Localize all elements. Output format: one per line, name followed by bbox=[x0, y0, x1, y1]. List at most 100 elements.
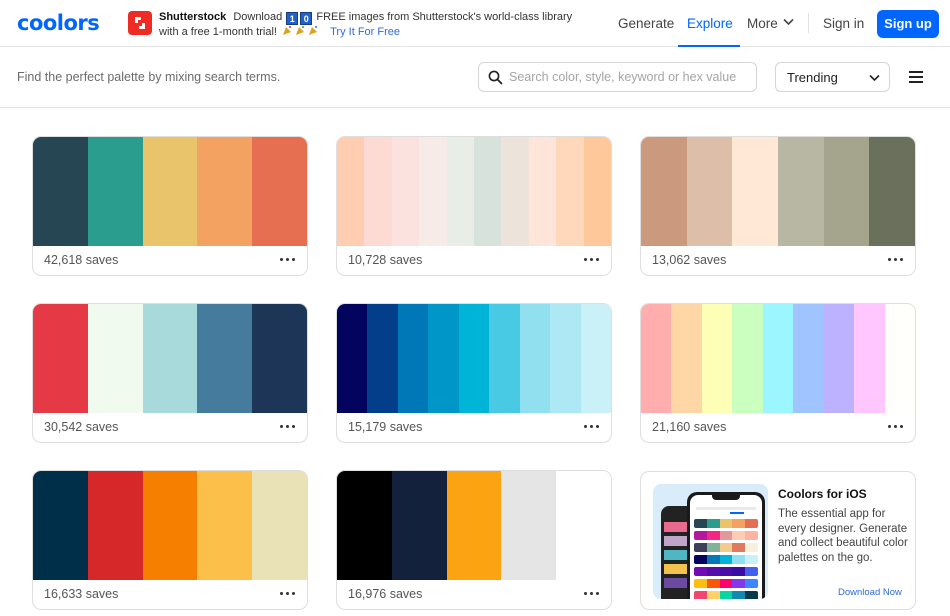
color-swatch[interactable] bbox=[197, 137, 253, 246]
color-swatch[interactable] bbox=[686, 137, 733, 246]
saves-count: 15,179 saves bbox=[348, 420, 423, 434]
color-swatch[interactable] bbox=[364, 137, 392, 246]
color-swatch[interactable] bbox=[550, 304, 581, 413]
palette-card[interactable]: 16,976 saves bbox=[336, 470, 612, 610]
palette-card[interactable]: 13,062 saves bbox=[640, 136, 916, 276]
more-options-icon[interactable] bbox=[279, 588, 295, 598]
more-options-icon[interactable] bbox=[887, 421, 903, 431]
color-swatch[interactable] bbox=[252, 471, 307, 580]
color-swatch[interactable] bbox=[446, 471, 502, 580]
search-tagline: Find the perfect palette by mixing searc… bbox=[17, 70, 281, 84]
palette-card[interactable]: 42,618 saves bbox=[32, 136, 308, 276]
palette-card[interactable]: 30,542 saves bbox=[32, 303, 308, 443]
download-now-link[interactable]: Download Now bbox=[838, 587, 902, 598]
color-swatch[interactable] bbox=[391, 137, 420, 246]
palette-card[interactable]: 15,179 saves bbox=[336, 303, 612, 443]
color-swatch[interactable] bbox=[778, 137, 824, 246]
more-options-icon[interactable] bbox=[279, 254, 295, 264]
color-swatch[interactable] bbox=[33, 137, 88, 246]
color-swatch[interactable] bbox=[501, 137, 529, 246]
more-options-icon[interactable] bbox=[583, 588, 599, 598]
party-popper-icon bbox=[296, 26, 305, 35]
color-swatch[interactable] bbox=[854, 304, 885, 413]
nav-explore[interactable]: Explore bbox=[687, 16, 733, 31]
color-swatch[interactable] bbox=[556, 137, 584, 246]
color-swatch[interactable] bbox=[33, 304, 88, 413]
color-swatch[interactable] bbox=[197, 304, 253, 413]
color-swatch[interactable] bbox=[142, 304, 198, 413]
more-options-icon[interactable] bbox=[279, 421, 295, 431]
palette-swatches[interactable] bbox=[337, 137, 611, 246]
color-swatch[interactable] bbox=[701, 304, 733, 413]
color-swatch[interactable] bbox=[580, 304, 611, 413]
palette-swatches[interactable] bbox=[33, 137, 307, 246]
color-swatch[interactable] bbox=[419, 137, 447, 246]
color-swatch[interactable] bbox=[33, 471, 88, 580]
search-icon bbox=[488, 70, 503, 85]
palette-card[interactable]: 10,728 saves bbox=[336, 136, 612, 276]
color-swatch[interactable] bbox=[87, 471, 143, 580]
palette-swatches[interactable] bbox=[337, 471, 611, 580]
palette-card[interactable]: 16,633 saves bbox=[32, 470, 308, 610]
chevron-down-icon[interactable] bbox=[783, 18, 794, 26]
sort-dropdown[interactable]: Trending bbox=[775, 62, 890, 92]
nav-more[interactable]: More bbox=[747, 16, 778, 31]
palette-swatches[interactable] bbox=[641, 137, 915, 246]
color-swatch[interactable] bbox=[252, 137, 307, 246]
color-swatch[interactable] bbox=[337, 304, 368, 413]
more-options-icon[interactable] bbox=[887, 254, 903, 264]
color-swatch[interactable] bbox=[397, 304, 429, 413]
color-swatch[interactable] bbox=[869, 137, 915, 246]
nav-generate[interactable]: Generate bbox=[618, 16, 674, 31]
color-swatch[interactable] bbox=[446, 137, 475, 246]
promo-digit-2: 0 bbox=[300, 12, 313, 25]
try-it-free-link[interactable]: Try It For Free bbox=[330, 26, 400, 38]
color-swatch[interactable] bbox=[823, 137, 870, 246]
color-swatch[interactable] bbox=[252, 304, 307, 413]
color-swatch[interactable] bbox=[87, 137, 143, 246]
search-input[interactable] bbox=[509, 67, 749, 87]
ios-app-promo-card[interactable]: Coolors for iOS The essential app for ev… bbox=[640, 471, 916, 610]
color-swatch[interactable] bbox=[87, 304, 143, 413]
hamburger-menu-icon[interactable] bbox=[909, 71, 925, 83]
more-options-icon[interactable] bbox=[583, 421, 599, 431]
sign-up-button[interactable]: Sign up bbox=[877, 10, 939, 38]
color-swatch[interactable] bbox=[671, 304, 702, 413]
color-swatch[interactable] bbox=[793, 304, 824, 413]
color-swatch[interactable] bbox=[556, 471, 611, 580]
color-swatch[interactable] bbox=[762, 304, 794, 413]
palette-swatches[interactable] bbox=[33, 471, 307, 580]
shutterstock-logo-icon[interactable] bbox=[128, 11, 152, 35]
color-swatch[interactable] bbox=[142, 137, 198, 246]
more-options-icon[interactable] bbox=[583, 254, 599, 264]
palette-swatches[interactable] bbox=[641, 304, 915, 413]
color-swatch[interactable] bbox=[583, 137, 611, 246]
sign-in-link[interactable]: Sign in bbox=[823, 16, 864, 31]
color-swatch[interactable] bbox=[142, 471, 198, 580]
color-swatch[interactable] bbox=[823, 304, 855, 413]
color-swatch[interactable] bbox=[528, 137, 557, 246]
color-swatch[interactable] bbox=[641, 304, 672, 413]
color-swatch[interactable] bbox=[501, 471, 557, 580]
search-box[interactable] bbox=[478, 62, 757, 92]
color-swatch[interactable] bbox=[337, 471, 392, 580]
color-swatch[interactable] bbox=[391, 471, 447, 580]
color-swatch[interactable] bbox=[458, 304, 490, 413]
color-swatch[interactable] bbox=[641, 137, 687, 246]
color-swatch[interactable] bbox=[489, 304, 520, 413]
coolors-logo[interactable]: coolors bbox=[17, 11, 100, 35]
shutterstock-promo[interactable]: Shutterstock Download 10 FREE images fro… bbox=[159, 10, 572, 39]
color-swatch[interactable] bbox=[428, 304, 459, 413]
palette-swatches[interactable] bbox=[33, 304, 307, 413]
palette-card[interactable]: 21,160 saves bbox=[640, 303, 916, 443]
color-swatch[interactable] bbox=[519, 304, 551, 413]
color-swatch[interactable] bbox=[474, 137, 502, 246]
color-swatch[interactable] bbox=[884, 304, 915, 413]
saves-count: 30,542 saves bbox=[44, 420, 119, 434]
color-swatch[interactable] bbox=[197, 471, 253, 580]
color-swatch[interactable] bbox=[367, 304, 398, 413]
color-swatch[interactable] bbox=[732, 137, 779, 246]
palette-swatches[interactable] bbox=[337, 304, 611, 413]
color-swatch[interactable] bbox=[337, 137, 365, 246]
color-swatch[interactable] bbox=[732, 304, 763, 413]
